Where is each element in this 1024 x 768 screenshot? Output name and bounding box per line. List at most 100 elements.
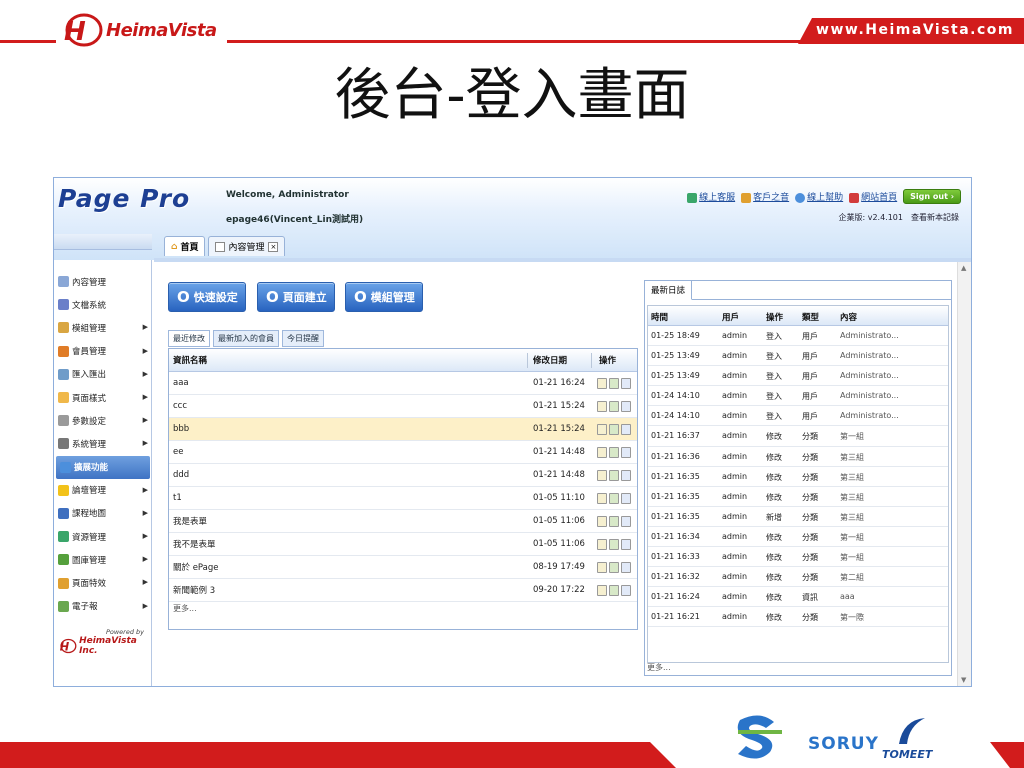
sidebar-item-1[interactable]: 文檔系統	[54, 293, 152, 316]
edit-icon[interactable]	[597, 561, 607, 573]
row-actions	[597, 469, 631, 481]
sidebar-item-0[interactable]: 內容管理	[54, 270, 152, 293]
row-name[interactable]: 我不是表單	[173, 538, 216, 550]
edit-icon[interactable]	[597, 469, 607, 481]
table-row[interactable]: ddd 01-21 14:48	[169, 464, 637, 487]
grid-icon[interactable]	[609, 400, 619, 412]
close-tab-icon[interactable]: ×	[268, 241, 279, 252]
row-name[interactable]: 我是表單	[173, 515, 207, 527]
copy-icon[interactable]	[621, 538, 631, 550]
grid-icon[interactable]	[609, 423, 619, 435]
tab-home[interactable]: ⌂ 首頁	[164, 236, 206, 256]
row-actions	[597, 538, 631, 550]
log-cell: 登入	[766, 392, 782, 402]
copy-icon[interactable]	[621, 561, 631, 573]
copy-icon[interactable]	[621, 377, 631, 389]
sidebar-item-12[interactable]: 圖庫管理 ▶	[54, 548, 152, 571]
edit-icon[interactable]	[597, 400, 607, 412]
subtab-new-members[interactable]: 最新加入的會員	[213, 330, 279, 347]
customer-voice-link[interactable]: 客戶之音	[741, 190, 789, 203]
row-name[interactable]: bbb	[173, 424, 189, 434]
log-cell: 修改	[766, 472, 782, 482]
row-date: 01-05 11:10	[533, 493, 585, 503]
sidebar-item-10[interactable]: 課程地圖 ▶	[54, 502, 152, 525]
sidebar-item-9[interactable]: 論壇管理 ▶	[54, 479, 152, 502]
copy-icon[interactable]	[621, 400, 631, 412]
edit-icon[interactable]	[597, 377, 607, 389]
table-row[interactable]: 我是表單 01-05 11:06	[169, 510, 637, 533]
table-row[interactable]: ee 01-21 14:48	[169, 441, 637, 464]
log-cell: 修改	[766, 492, 782, 502]
row-date: 01-21 15:24	[533, 401, 585, 411]
row-name[interactable]: 關於 ePage	[173, 561, 219, 573]
grid-icon[interactable]	[609, 492, 619, 504]
sidebar-item-14[interactable]: 電子報 ▶	[54, 595, 152, 618]
edit-icon[interactable]	[597, 538, 607, 550]
log-more-link[interactable]: 更多...	[647, 662, 671, 673]
edit-icon[interactable]	[597, 515, 607, 527]
row-name[interactable]: aaa	[173, 378, 189, 388]
module-management-button[interactable]: O 模組管理	[345, 282, 423, 312]
sidebar-item-8[interactable]: 擴展功能	[56, 455, 150, 479]
scroll-down-icon[interactable]: ▼	[961, 676, 966, 684]
edit-icon[interactable]	[597, 423, 607, 435]
sidebar-item-2[interactable]: 模組管理 ▶	[54, 316, 152, 339]
log-cell: admin	[722, 511, 748, 521]
grid-icon[interactable]	[609, 561, 619, 573]
app-window: Page Pro Welcome, Administrator epage46(…	[53, 177, 972, 687]
copy-icon[interactable]	[621, 584, 631, 596]
table-row[interactable]: t1 01-05 11:10	[169, 487, 637, 510]
row-name[interactable]: ddd	[173, 470, 189, 480]
changelog-link[interactable]: 查看新本記錄	[911, 213, 959, 222]
table-row[interactable]: bbb 01-21 15:24	[169, 418, 637, 441]
edit-icon[interactable]	[597, 492, 607, 504]
sidebar-item-5[interactable]: 頁面樣式 ▶	[54, 386, 152, 409]
log-column-header: 內容	[840, 313, 858, 323]
subtab-today-reminders[interactable]: 今日提醒	[282, 330, 324, 347]
row-name[interactable]: t1	[173, 493, 182, 503]
tab-latest-log[interactable]: 最新日誌	[645, 281, 693, 300]
copy-icon[interactable]	[621, 492, 631, 504]
log-cell: 用戶	[802, 372, 818, 382]
sidebar-item-7[interactable]: 系統管理 ▶	[54, 432, 152, 455]
sidebar-item-3[interactable]: 會員管理 ▶	[54, 340, 152, 363]
sidebar-item-6[interactable]: 參數設定 ▶	[54, 409, 152, 432]
grid-icon[interactable]	[609, 469, 619, 481]
table-row[interactable]: 我不是表單 01-05 11:06	[169, 533, 637, 556]
grid-icon[interactable]	[609, 538, 619, 550]
copy-icon[interactable]	[621, 469, 631, 481]
more-link[interactable]: 更多...	[169, 602, 637, 616]
copy-icon[interactable]	[621, 446, 631, 458]
table-row[interactable]: aaa 01-21 16:24	[169, 372, 637, 395]
edit-icon[interactable]	[597, 584, 607, 596]
copy-icon[interactable]	[621, 515, 631, 527]
tab-content-management[interactable]: 內容管理 ×	[208, 236, 286, 256]
submenu-arrow-icon: ▶	[142, 555, 148, 564]
table-row[interactable]: ccc 01-21 15:24	[169, 395, 637, 418]
sidebar-item-13[interactable]: 頁面特效 ▶	[54, 571, 152, 594]
online-help-link[interactable]: 線上幫助	[795, 190, 843, 203]
grid-icon[interactable]	[609, 377, 619, 389]
log-cell: 01-21 16:37	[651, 431, 700, 441]
row-name[interactable]: 新聞範例 3	[173, 584, 215, 596]
subtab-recent-edits[interactable]: 最近修改	[168, 330, 210, 347]
table-row[interactable]: 關於 ePage 08-19 17:49	[169, 556, 637, 579]
copy-icon[interactable]	[621, 423, 631, 435]
grid-icon[interactable]	[609, 446, 619, 458]
sidebar-item-11[interactable]: 資源管理 ▶	[54, 525, 152, 548]
page-create-button[interactable]: O 頁面建立	[257, 282, 335, 312]
sidebar-item-4[interactable]: 匯入匯出 ▶	[54, 363, 152, 386]
row-name[interactable]: ee	[173, 447, 183, 457]
submenu-arrow-icon: ▶	[142, 416, 148, 425]
quick-setup-button[interactable]: O 快速設定	[168, 282, 246, 312]
row-name[interactable]: ccc	[173, 401, 187, 411]
grid-icon[interactable]	[609, 515, 619, 527]
table-row[interactable]: 新聞範例 3 09-20 17:22	[169, 579, 637, 602]
page-scrollbar[interactable]: ▲ ▼	[957, 262, 971, 686]
edit-icon[interactable]	[597, 446, 607, 458]
scroll-up-icon[interactable]: ▲	[961, 264, 966, 272]
online-service-link[interactable]: 線上客服	[687, 190, 735, 203]
website-home-link[interactable]: 網站首頁	[849, 190, 897, 203]
grid-icon[interactable]	[609, 584, 619, 596]
sign-out-button[interactable]: Sign out ›	[903, 189, 961, 204]
